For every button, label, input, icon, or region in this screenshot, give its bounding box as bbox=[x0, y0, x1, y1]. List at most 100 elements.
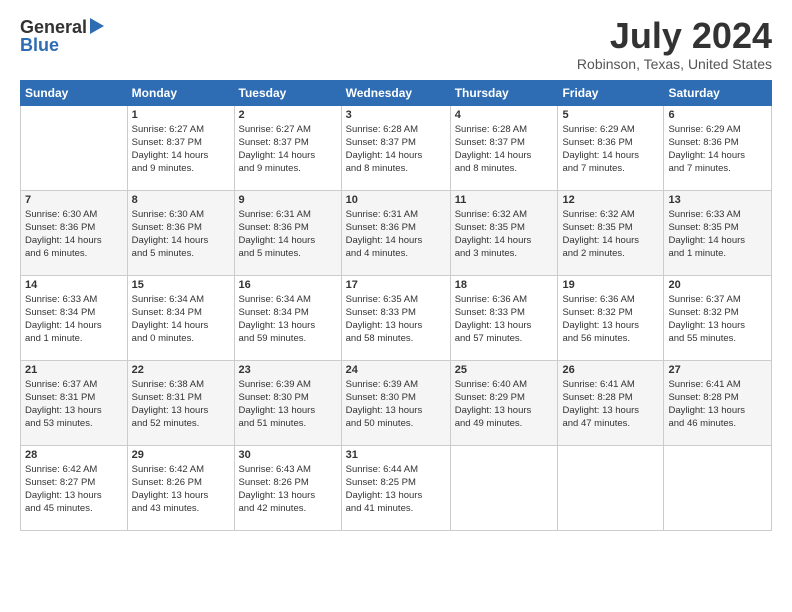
day-info: Sunrise: 6:34 AMSunset: 8:34 PMDaylight:… bbox=[239, 293, 337, 346]
day-info: Sunrise: 6:33 AMSunset: 8:35 PMDaylight:… bbox=[668, 208, 767, 261]
day-number: 2 bbox=[239, 109, 337, 121]
day-number: 22 bbox=[132, 364, 230, 376]
day-number: 30 bbox=[239, 449, 337, 461]
day-number: 13 bbox=[668, 194, 767, 206]
calendar-week-row: 28 Sunrise: 6:42 AMSunset: 8:27 PMDayligh… bbox=[21, 445, 772, 530]
table-row: 28 Sunrise: 6:42 AMSunset: 8:27 PMDayligh… bbox=[21, 445, 128, 530]
logo-arrow-icon bbox=[90, 18, 104, 39]
day-number: 27 bbox=[668, 364, 767, 376]
day-number: 1 bbox=[132, 109, 230, 121]
header: General Blue July 2024 Robinson, Texas, … bbox=[20, 16, 772, 72]
table-row: 15Sunrise: 6:34 AMSunset: 8:34 PMDayligh… bbox=[127, 275, 234, 360]
table-row: 24 Sunrise: 6:39 AMSunset: 8:30 PMDayligh… bbox=[341, 360, 450, 445]
day-number: 16 bbox=[239, 279, 337, 291]
day-number: 4 bbox=[455, 109, 554, 121]
day-number: 8 bbox=[132, 194, 230, 206]
table-row: 16 Sunrise: 6:34 AMSunset: 8:34 PMDayligh… bbox=[234, 275, 341, 360]
title-area: July 2024 Robinson, Texas, United States bbox=[577, 16, 772, 72]
day-number: 23 bbox=[239, 364, 337, 376]
day-info: Sunrise: 6:42 AMSunset: 8:26 PMDaylight:… bbox=[132, 463, 230, 516]
table-row: 3Sunrise: 6:28 AMSunset: 8:37 PMDaylight… bbox=[341, 105, 450, 190]
day-number: 25 bbox=[455, 364, 554, 376]
table-row: 30Sunrise: 6:43 AMSunset: 8:26 PMDayligh… bbox=[234, 445, 341, 530]
table-row: 18 Sunrise: 6:36 AMSunset: 8:33 PMDayligh… bbox=[450, 275, 558, 360]
day-info: Sunrise: 6:41 AMSunset: 8:28 PMDaylight:… bbox=[562, 378, 659, 431]
calendar-table: Sunday Monday Tuesday Wednesday Thursday… bbox=[20, 80, 772, 531]
calendar-week-row: 14 Sunrise: 6:33 AMSunset: 8:34 PMDayligh… bbox=[21, 275, 772, 360]
col-saturday: Saturday bbox=[664, 80, 772, 105]
location: Robinson, Texas, United States bbox=[577, 56, 772, 72]
day-number: 7 bbox=[25, 194, 123, 206]
day-info: Sunrise: 6:29 AMSunset: 8:36 PMDaylight:… bbox=[668, 123, 767, 176]
day-info: Sunrise: 6:38 AMSunset: 8:31 PMDaylight:… bbox=[132, 378, 230, 431]
day-number: 29 bbox=[132, 449, 230, 461]
day-info: Sunrise: 6:33 AMSunset: 8:34 PMDaylight:… bbox=[25, 293, 123, 346]
table-row: 4 Sunrise: 6:28 AMSunset: 8:37 PMDaylight… bbox=[450, 105, 558, 190]
day-number: 5 bbox=[562, 109, 659, 121]
table-row: 25 Sunrise: 6:40 AMSunset: 8:29 PMDayligh… bbox=[450, 360, 558, 445]
day-info: Sunrise: 6:40 AMSunset: 8:29 PMDaylight:… bbox=[455, 378, 554, 431]
table-row: 20 Sunrise: 6:37 AMSunset: 8:32 PMDayligh… bbox=[664, 275, 772, 360]
day-info: Sunrise: 6:29 AMSunset: 8:36 PMDaylight:… bbox=[562, 123, 659, 176]
table-row: 26 Sunrise: 6:41 AMSunset: 8:28 PMDayligh… bbox=[558, 360, 664, 445]
col-thursday: Thursday bbox=[450, 80, 558, 105]
table-row bbox=[664, 445, 772, 530]
day-number: 20 bbox=[668, 279, 767, 291]
day-info: Sunrise: 6:34 AMSunset: 8:34 PMDaylight:… bbox=[132, 293, 230, 346]
table-row: 8 Sunrise: 6:30 AMSunset: 8:36 PMDaylight… bbox=[127, 190, 234, 275]
day-number: 12 bbox=[562, 194, 659, 206]
table-row: 13 Sunrise: 6:33 AMSunset: 8:35 PMDayligh… bbox=[664, 190, 772, 275]
table-row: 22 Sunrise: 6:38 AMSunset: 8:31 PMDayligh… bbox=[127, 360, 234, 445]
table-row: 29 Sunrise: 6:42 AMSunset: 8:26 PMDayligh… bbox=[127, 445, 234, 530]
day-info: Sunrise: 6:31 AMSunset: 8:36 PMDaylight:… bbox=[239, 208, 337, 261]
day-info: Sunrise: 6:42 AMSunset: 8:27 PMDaylight:… bbox=[25, 463, 123, 516]
calendar-week-row: 1 Sunrise: 6:27 AMSunset: 8:37 PMDaylight… bbox=[21, 105, 772, 190]
day-number: 24 bbox=[346, 364, 446, 376]
logo-blue-text: Blue bbox=[20, 35, 59, 56]
table-row: 31Sunrise: 6:44 AMSunset: 8:25 PMDayligh… bbox=[341, 445, 450, 530]
day-info: Sunrise: 6:27 AMSunset: 8:37 PMDaylight:… bbox=[239, 123, 337, 176]
day-number: 26 bbox=[562, 364, 659, 376]
table-row: 5 Sunrise: 6:29 AMSunset: 8:36 PMDaylight… bbox=[558, 105, 664, 190]
table-row: 2 Sunrise: 6:27 AMSunset: 8:37 PMDaylight… bbox=[234, 105, 341, 190]
day-info: Sunrise: 6:44 AMSunset: 8:25 PMDaylight:… bbox=[346, 463, 446, 516]
col-monday: Monday bbox=[127, 80, 234, 105]
col-tuesday: Tuesday bbox=[234, 80, 341, 105]
calendar-header-row: Sunday Monday Tuesday Wednesday Thursday… bbox=[21, 80, 772, 105]
table-row: 14 Sunrise: 6:33 AMSunset: 8:34 PMDayligh… bbox=[21, 275, 128, 360]
day-number: 19 bbox=[562, 279, 659, 291]
day-info: Sunrise: 6:28 AMSunset: 8:37 PMDaylight:… bbox=[455, 123, 554, 176]
day-info: Sunrise: 6:39 AMSunset: 8:30 PMDaylight:… bbox=[346, 378, 446, 431]
day-info: Sunrise: 6:39 AMSunset: 8:30 PMDaylight:… bbox=[239, 378, 337, 431]
table-row: 27Sunrise: 6:41 AMSunset: 8:28 PMDayligh… bbox=[664, 360, 772, 445]
col-wednesday: Wednesday bbox=[341, 80, 450, 105]
day-info: Sunrise: 6:37 AMSunset: 8:32 PMDaylight:… bbox=[668, 293, 767, 346]
day-info: Sunrise: 6:36 AMSunset: 8:32 PMDaylight:… bbox=[562, 293, 659, 346]
table-row: 19 Sunrise: 6:36 AMSunset: 8:32 PMDayligh… bbox=[558, 275, 664, 360]
logo: General Blue bbox=[20, 16, 104, 56]
day-number: 28 bbox=[25, 449, 123, 461]
table-row: 23 Sunrise: 6:39 AMSunset: 8:30 PMDayligh… bbox=[234, 360, 341, 445]
table-row: 1Sunrise: 6:27 AMSunset: 8:37 PMDaylight… bbox=[127, 105, 234, 190]
day-info: Sunrise: 6:35 AMSunset: 8:33 PMDaylight:… bbox=[346, 293, 446, 346]
day-info: Sunrise: 6:37 AMSunset: 8:31 PMDaylight:… bbox=[25, 378, 123, 431]
day-number: 17 bbox=[346, 279, 446, 291]
day-info: Sunrise: 6:36 AMSunset: 8:33 PMDaylight:… bbox=[455, 293, 554, 346]
calendar-week-row: 7 Sunrise: 6:30 AMSunset: 8:36 PMDaylight… bbox=[21, 190, 772, 275]
day-info: Sunrise: 6:30 AMSunset: 8:36 PMDaylight:… bbox=[25, 208, 123, 261]
month-title: July 2024 bbox=[577, 16, 772, 56]
col-sunday: Sunday bbox=[21, 80, 128, 105]
table-row bbox=[558, 445, 664, 530]
day-number: 14 bbox=[25, 279, 123, 291]
day-info: Sunrise: 6:31 AMSunset: 8:36 PMDaylight:… bbox=[346, 208, 446, 261]
calendar-week-row: 21 Sunrise: 6:37 AMSunset: 8:31 PMDayligh… bbox=[21, 360, 772, 445]
day-number: 9 bbox=[239, 194, 337, 206]
day-info: Sunrise: 6:32 AMSunset: 8:35 PMDaylight:… bbox=[562, 208, 659, 261]
day-number: 21 bbox=[25, 364, 123, 376]
day-number: 11 bbox=[455, 194, 554, 206]
table-row: 11Sunrise: 6:32 AMSunset: 8:35 PMDayligh… bbox=[450, 190, 558, 275]
day-number: 18 bbox=[455, 279, 554, 291]
day-number: 6 bbox=[668, 109, 767, 121]
day-number: 10 bbox=[346, 194, 446, 206]
day-info: Sunrise: 6:30 AMSunset: 8:36 PMDaylight:… bbox=[132, 208, 230, 261]
